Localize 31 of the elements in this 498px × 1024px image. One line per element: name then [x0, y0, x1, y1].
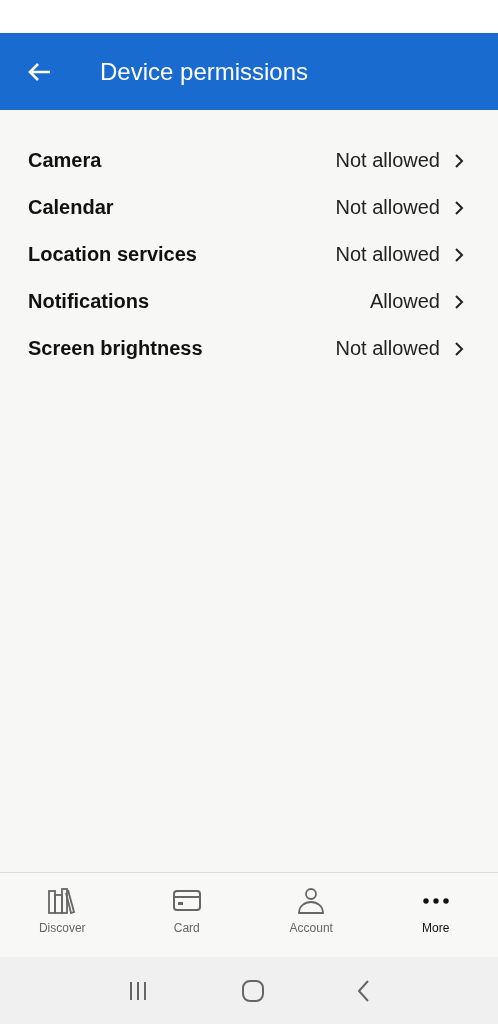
- permission-status: Not allowed: [335, 196, 440, 219]
- chevron-right-icon: [454, 199, 464, 216]
- permission-row[interactable]: Camera Not allowed: [0, 137, 498, 184]
- nav-tab[interactable]: More: [373, 873, 498, 957]
- permission-row[interactable]: Notifications Allowed: [0, 278, 498, 325]
- permission-name: Camera: [28, 149, 103, 172]
- nav-tab[interactable]: Discover: [0, 873, 125, 957]
- back-arrow-icon: [26, 60, 52, 83]
- person-icon: [296, 887, 327, 915]
- permission-status: Not allowed: [335, 243, 440, 266]
- nav-tab[interactable]: Card: [124, 873, 249, 957]
- screen-title: Device permissions: [100, 57, 309, 86]
- chevron-right-icon: [454, 152, 464, 169]
- permission-name: Calendar: [28, 196, 115, 219]
- permission-row[interactable]: Screen brightness Not allowed: [0, 325, 498, 372]
- permission-row[interactable]: Location services Not allowed: [0, 231, 498, 278]
- home-icon[interactable]: [241, 978, 265, 1003]
- chevron-right-icon: [454, 293, 464, 310]
- permission-status: Not allowed: [335, 337, 440, 360]
- chevron-right-icon: [454, 246, 464, 263]
- permission-row[interactable]: Calendar Not allowed: [0, 184, 498, 231]
- books-icon: [47, 887, 78, 915]
- chevron-right-icon: [454, 340, 464, 357]
- more-icon: [422, 898, 449, 904]
- back-button[interactable]: [26, 60, 52, 83]
- permission-status: Not allowed: [335, 149, 440, 172]
- permission-name: Notifications: [28, 290, 151, 313]
- nav-tab[interactable]: Account: [249, 873, 374, 957]
- permission-name: Screen brightness: [28, 337, 204, 360]
- permission-status: Allowed: [369, 290, 440, 313]
- permission-name: Location services: [28, 243, 198, 266]
